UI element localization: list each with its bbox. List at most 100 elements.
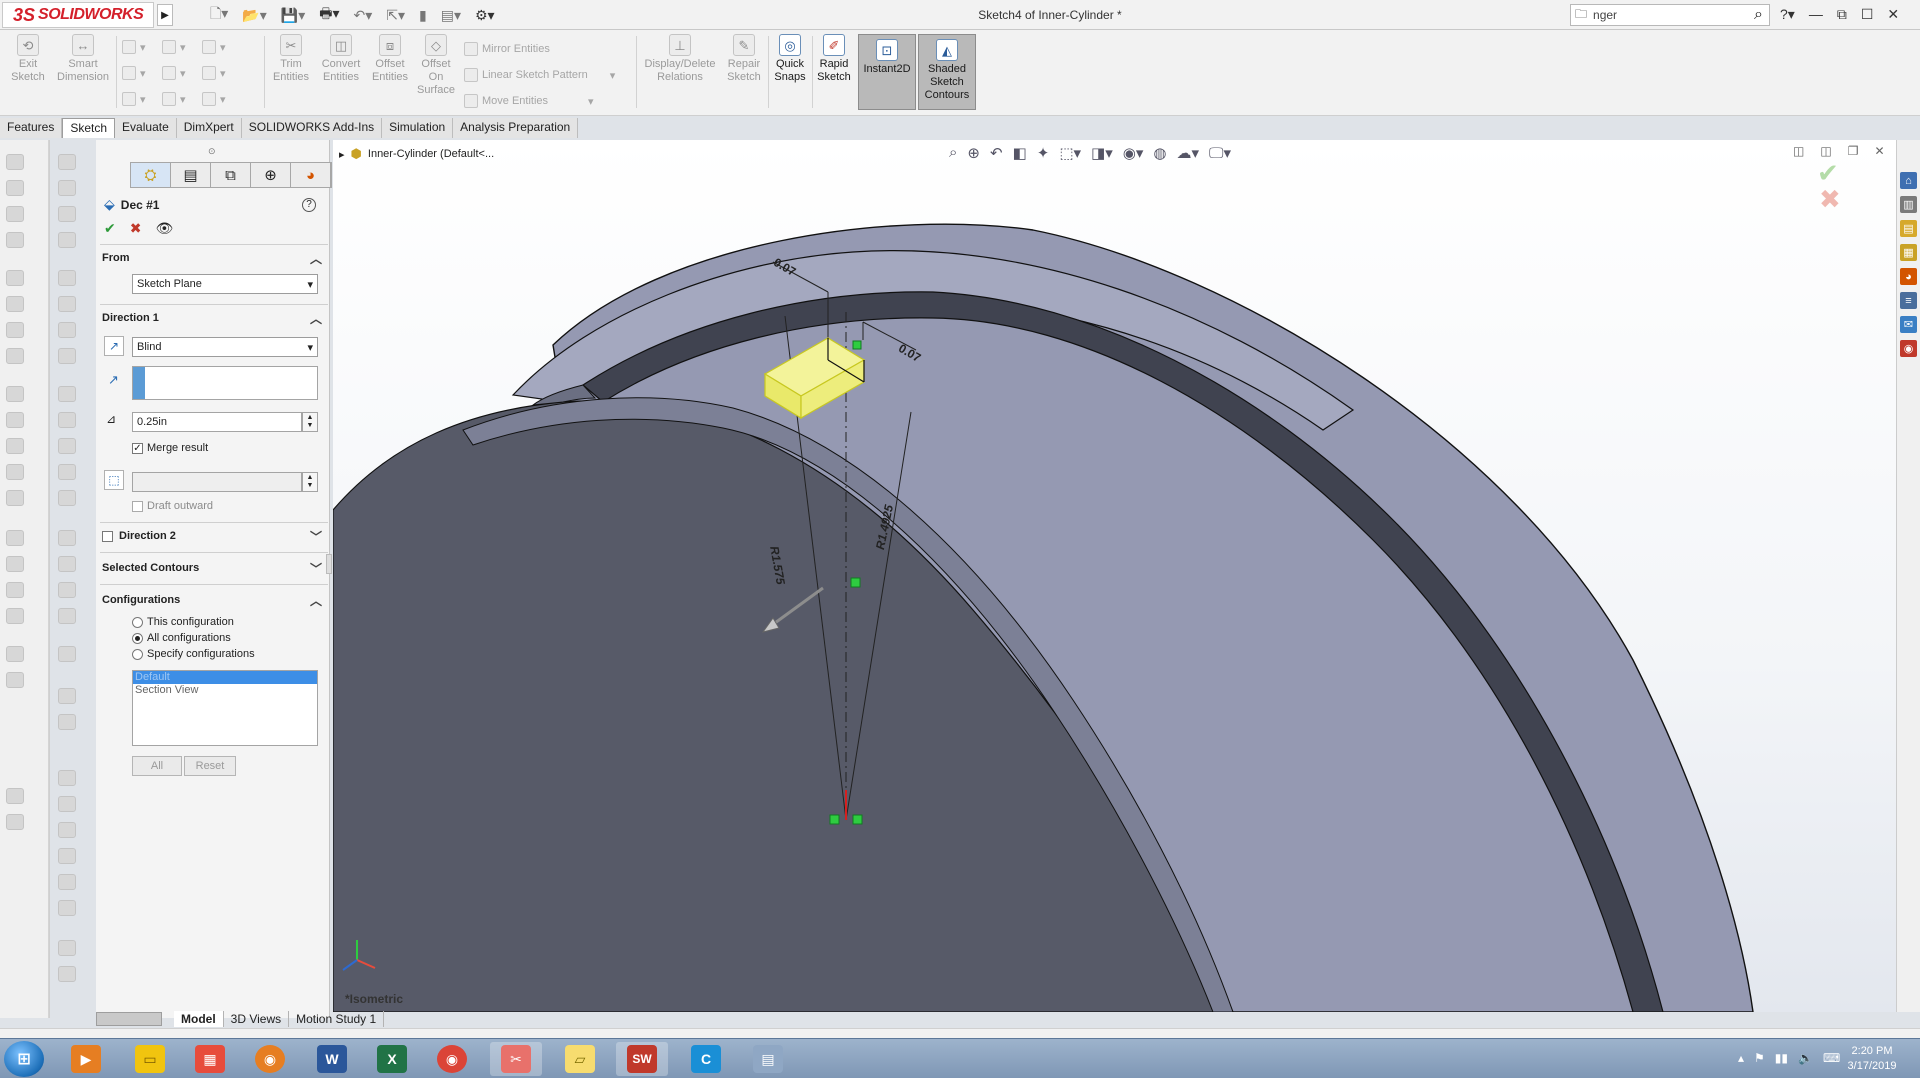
app-grid-icon[interactable]: ▦: [184, 1042, 236, 1076]
featuremanager-tab-icon[interactable]: ⛭: [131, 163, 171, 187]
lofted-boss-icon[interactable]: [6, 232, 24, 248]
point-marker[interactable]: [852, 340, 862, 350]
sketch-ellipse-icon[interactable]: [58, 848, 76, 864]
list-item[interactable]: Section View: [133, 684, 317, 697]
reference-geometry-icon[interactable]: [6, 582, 24, 598]
ok-check-icon[interactable]: ✔: [104, 220, 116, 237]
search-icon[interactable]: ⌕: [1754, 6, 1763, 24]
file-explorer-taskbar-icon[interactable]: ▭: [124, 1042, 176, 1076]
sheet-metal-icon[interactable]: [6, 788, 24, 804]
file-properties-icon[interactable]: ▤▾: [441, 7, 461, 24]
open-icon[interactable]: 📂▾: [242, 7, 266, 24]
smart-dimension-button[interactable]: ↔ Smart Dimension: [54, 34, 112, 84]
sticky-notes-icon[interactable]: ▱: [554, 1042, 606, 1076]
tile-right-icon[interactable]: ◫: [1820, 144, 1831, 158]
direction1-section-header[interactable]: Direction 1 ︿: [102, 308, 328, 328]
tab-motion-study[interactable]: Motion Study 1: [289, 1011, 385, 1027]
pattern-icon[interactable]: [6, 412, 24, 428]
zoom-to-area-icon[interactable]: ⊕: [967, 144, 980, 162]
model-view[interactable]: [333, 140, 1920, 1012]
merge-result-checkbox[interactable]: ✓ Merge result: [132, 442, 208, 454]
forum-icon[interactable]: ✉: [1900, 316, 1917, 333]
view-settings-icon[interactable]: 🖵▾: [1209, 144, 1231, 162]
3d-sketch-icon[interactable]: [58, 180, 76, 196]
configurations-header[interactable]: Configurations ︿: [102, 590, 328, 610]
help-icon[interactable]: ?: [302, 198, 316, 212]
tab-features[interactable]: Features: [0, 118, 63, 138]
panel-splitter-handle[interactable]: [326, 554, 332, 574]
previous-view-icon[interactable]: ↶: [990, 144, 1003, 162]
expand-arrow-icon[interactable]: ▸: [339, 148, 345, 161]
custom-properties-icon[interactable]: ≡: [1900, 292, 1917, 309]
arc-tool[interactable]: ▾: [162, 66, 186, 80]
tab-analysis-preparation[interactable]: Analysis Preparation: [453, 118, 579, 138]
scale-icon[interactable]: [58, 646, 76, 662]
undo-icon[interactable]: ↶▾: [353, 7, 372, 24]
viewport-restore-icon[interactable]: ❐: [1848, 144, 1859, 158]
solidworks-2017-icon[interactable]: SW: [616, 1042, 668, 1076]
draft-icon[interactable]: [6, 464, 24, 480]
media-player-icon[interactable]: ▶: [60, 1042, 112, 1076]
dimension-tool-icon[interactable]: [58, 232, 76, 248]
maximize-icon[interactable]: ☐: [1861, 6, 1874, 23]
extruded-cut-icon[interactable]: [6, 270, 24, 286]
rib-icon[interactable]: [6, 438, 24, 454]
quick-snaps-button[interactable]: ◎ Quick Snaps: [772, 34, 808, 84]
rebuild-icon[interactable]: ▮: [419, 7, 427, 24]
propertymanager-tab-icon[interactable]: ▤: [171, 163, 211, 187]
rectangle-tool[interactable]: ▾: [122, 66, 146, 80]
offset-on-surface-button[interactable]: ◇ Offset On Surface: [414, 34, 458, 97]
direction2-checkbox-icon[interactable]: [102, 530, 113, 542]
tab-addins[interactable]: SOLIDWORKS Add-Ins: [241, 118, 383, 138]
ccleaner-icon[interactable]: C: [680, 1042, 732, 1076]
point-tool[interactable]: ▾: [202, 92, 226, 106]
close-icon[interactable]: ✕: [1887, 6, 1899, 23]
draft-spinner[interactable]: ▲ ▼: [302, 472, 318, 492]
mirror-entities-button[interactable]: Mirror Entities: [464, 42, 550, 56]
radio-this-configuration[interactable]: This configuration: [132, 616, 234, 628]
extruded-boss-icon[interactable]: [6, 154, 24, 170]
solidworks-logo[interactable]: 3S SOLIDWORKS: [2, 2, 154, 28]
repair-sketch-button[interactable]: ✎ Repair Sketch: [722, 34, 766, 84]
fillet-feature-icon[interactable]: [6, 386, 24, 402]
restore-icon[interactable]: ⧉: [1837, 6, 1847, 23]
spline-tools-icon[interactable]: [58, 322, 76, 338]
section-view-icon[interactable]: ◧: [1013, 144, 1027, 162]
tab-dimxpert[interactable]: DimXpert: [176, 118, 242, 138]
print-icon[interactable]: 🖶▾: [319, 3, 339, 27]
from-section-header[interactable]: From ︿: [102, 248, 328, 268]
apply-scene-icon[interactable]: ☁▾: [1176, 144, 1199, 162]
volume-icon[interactable]: 🔈: [1798, 1051, 1813, 1065]
polygon-tool[interactable]: ▾: [162, 92, 186, 106]
tile-left-icon[interactable]: ◫: [1793, 144, 1804, 158]
radio-all-configurations[interactable]: All configurations: [132, 632, 231, 644]
swept-cut-icon[interactable]: [6, 322, 24, 338]
sketch-layer-icon[interactable]: [58, 966, 76, 982]
select-icon[interactable]: ⇱▾: [386, 7, 405, 24]
options-gear-icon[interactable]: ⚙▾: [475, 7, 495, 24]
feature-tree-flyout[interactable]: ▸ ⬢ Inner-Cylinder (Default<...: [339, 146, 494, 162]
split-entities-icon[interactable]: [58, 464, 76, 480]
from-dropdown[interactable]: Sketch Plane ▾: [132, 274, 318, 294]
sketch-point-icon[interactable]: [58, 770, 76, 786]
dynamic-annotation-icon[interactable]: ✦: [1037, 144, 1050, 162]
convert-entities-button[interactable]: ◫ Convert Entities: [316, 34, 366, 84]
sketch-parabola-icon[interactable]: [58, 874, 76, 890]
direction-selection-box[interactable]: [132, 366, 318, 400]
direction2-section-header[interactable]: Direction 2 ﹀: [102, 526, 328, 546]
rapid-sketch-button[interactable]: ✐ Rapid Sketch: [814, 34, 854, 84]
save-icon[interactable]: 💾▾: [281, 7, 305, 24]
solidworks-forum-icon[interactable]: ◉: [1900, 340, 1917, 357]
confirm-cancel-icon[interactable]: ✖: [1819, 184, 1841, 215]
edit-appearance-icon[interactable]: ◍: [1153, 144, 1166, 162]
draft-angle-input[interactable]: [132, 472, 302, 492]
view-palette-icon[interactable]: ▦: [1900, 244, 1917, 261]
wrap-icon[interactable]: [6, 530, 24, 546]
jog-line-icon[interactable]: [58, 490, 76, 506]
snipping-tool-icon[interactable]: ✂: [490, 1042, 542, 1076]
sketch-plane-icon[interactable]: [58, 940, 76, 956]
sketch-fillet-icon[interactable]: [58, 530, 76, 546]
reverse-direction-icon[interactable]: ↗: [104, 336, 124, 356]
sketch-conic-icon[interactable]: [58, 900, 76, 916]
mold-tools-icon[interactable]: [6, 814, 24, 830]
